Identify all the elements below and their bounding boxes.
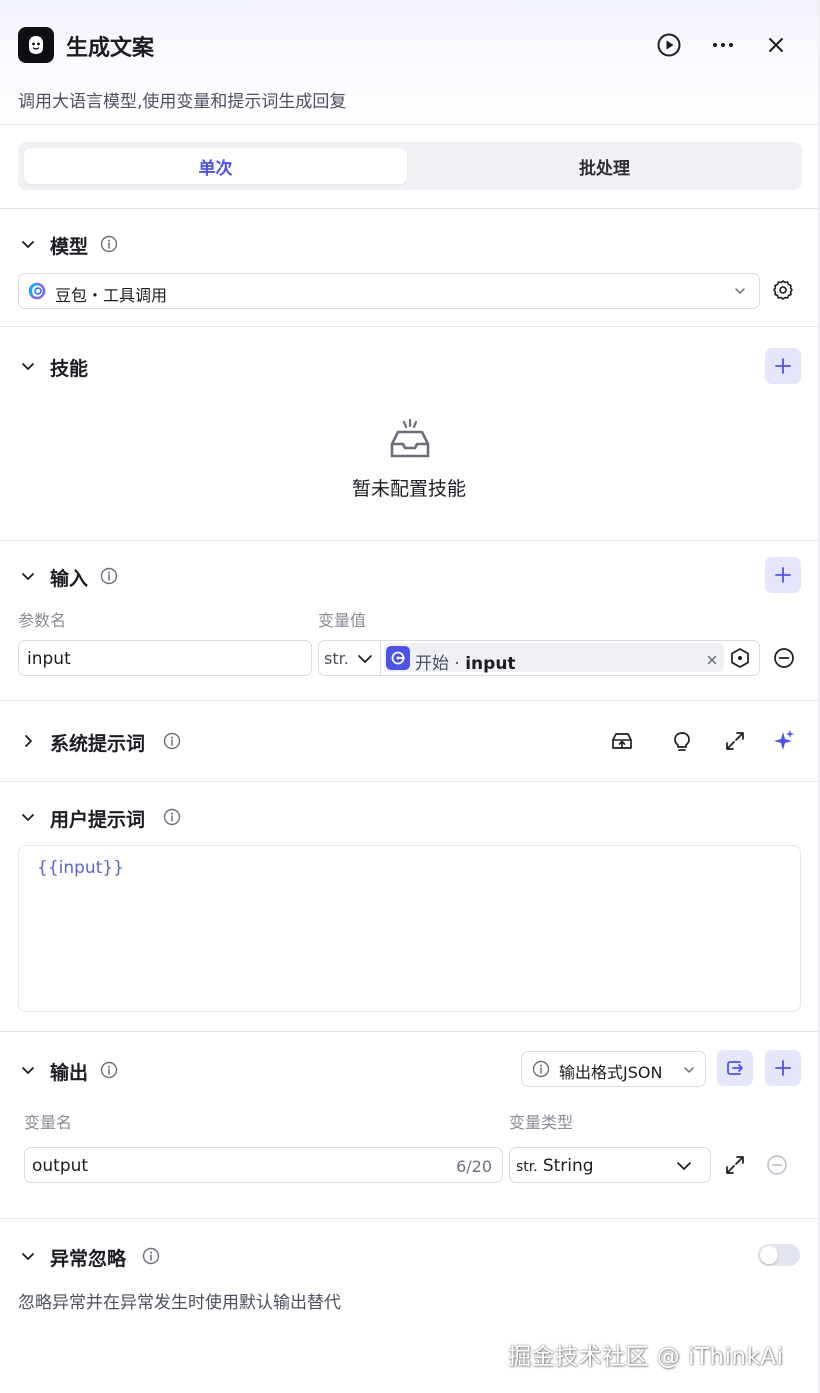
- watermark: 掘金技术社区 @ iThinkAi: [508, 1344, 784, 1370]
- source-variable-name: input: [465, 654, 516, 674]
- empty-inbox-icon: [388, 418, 432, 466]
- column-header-variable-value: 变量值: [318, 611, 367, 630]
- add-input-button[interactable]: [765, 557, 801, 593]
- expand-icon[interactable]: [723, 729, 747, 757]
- variable-picker-icon[interactable]: [729, 647, 751, 673]
- start-node-icon: [386, 646, 410, 670]
- import-output-icon[interactable]: [717, 1050, 753, 1086]
- divider: [0, 208, 818, 209]
- type-select[interactable]: str.: [319, 641, 381, 675]
- param-name-input[interactable]: input: [18, 640, 312, 676]
- add-skill-button[interactable]: [765, 348, 801, 384]
- section-title-model: 模型: [50, 236, 89, 258]
- type-value: String: [542, 1156, 594, 1176]
- tab-single[interactable]: 单次: [24, 148, 407, 184]
- section-title-skills: 技能: [50, 358, 89, 380]
- llm-node-logo-icon: [18, 27, 54, 63]
- chevron-down-icon[interactable]: [18, 1060, 38, 1080]
- chevron-down-icon: [676, 1158, 692, 1177]
- info-icon[interactable]: [141, 1246, 161, 1266]
- more-icon[interactable]: [709, 31, 737, 59]
- output-type-select[interactable]: str. String: [509, 1147, 711, 1183]
- output-format-label: 输出格式JSON: [559, 1063, 663, 1082]
- prompt-library-icon[interactable]: [610, 729, 634, 757]
- column-header-variable-name: 变量名: [24, 1113, 73, 1132]
- divider: [0, 326, 818, 327]
- node-title[interactable]: 生成文案: [66, 30, 154, 62]
- run-icon[interactable]: [655, 31, 683, 59]
- model-settings-gear-icon[interactable]: [771, 278, 795, 302]
- chevron-down-icon[interactable]: [18, 356, 38, 376]
- chevron-down-icon[interactable]: [18, 807, 38, 827]
- doubao-logo-icon: [27, 281, 47, 305]
- remove-output-minus-icon[interactable]: [766, 1154, 788, 1180]
- add-output-button[interactable]: [765, 1050, 801, 1086]
- node-description: 调用大语言模型,使用变量和提示词生成回复: [18, 92, 347, 112]
- info-icon[interactable]: [99, 234, 119, 254]
- tab-batch[interactable]: 批处理: [413, 148, 796, 184]
- char-counter: 6/20: [456, 1157, 492, 1176]
- divider: [0, 540, 818, 541]
- info-icon[interactable]: [99, 1060, 119, 1080]
- section-title-user-prompt: 用户提示词: [50, 809, 146, 831]
- source-node-name: 开始: [415, 654, 449, 674]
- exception-ignore-toggle[interactable]: [758, 1244, 800, 1266]
- divider: [0, 781, 818, 782]
- run-mode-tabs: 单次 批处理: [18, 142, 802, 190]
- info-icon: [532, 1060, 550, 1082]
- ai-sparkle-icon[interactable]: [770, 728, 796, 758]
- info-icon[interactable]: [99, 566, 119, 586]
- skills-empty-text: 暂未配置技能: [351, 478, 466, 500]
- param-name-value: input: [27, 649, 71, 669]
- toggle-knob: [760, 1246, 778, 1264]
- node-config-panel: 生成文案 调用大语言模型,使用变量和提示词生成回复 单次 批处理 模型 豆包・工…: [0, 0, 819, 1393]
- divider: [0, 1031, 818, 1032]
- output-name-input[interactable]: output 6/20: [24, 1147, 503, 1183]
- variable-reference-tag[interactable]: 开始 · input: [384, 643, 724, 674]
- lightbulb-icon[interactable]: [670, 729, 694, 757]
- divider: [0, 1218, 818, 1219]
- chevron-down-icon: [682, 1062, 696, 1081]
- remove-input-minus-icon[interactable]: [773, 647, 795, 673]
- model-select[interactable]: 豆包・工具调用: [18, 273, 760, 309]
- column-header-param-name: 参数名: [18, 611, 67, 630]
- info-icon[interactable]: [162, 807, 182, 827]
- source-separator: ·: [454, 654, 460, 674]
- chevron-down-icon[interactable]: [18, 1246, 38, 1266]
- section-title-input: 输入: [50, 568, 89, 590]
- close-icon[interactable]: [762, 31, 790, 59]
- model-name: 豆包・工具调用: [55, 286, 168, 305]
- chevron-down-icon[interactable]: [18, 234, 38, 254]
- section-title-system-prompt: 系统提示词: [50, 733, 146, 755]
- column-header-variable-type: 变量类型: [509, 1113, 574, 1132]
- output-name-value: output: [32, 1156, 89, 1176]
- expand-output-icon[interactable]: [724, 1154, 746, 1180]
- type-label: str.: [324, 649, 349, 668]
- exception-ignore-description: 忽略异常并在异常发生时使用默认输出替代: [18, 1293, 341, 1313]
- chevron-right-icon[interactable]: [18, 731, 38, 751]
- info-icon[interactable]: [162, 731, 182, 751]
- user-prompt-content: {{input}}: [37, 858, 124, 878]
- chevron-down-icon[interactable]: [18, 566, 38, 586]
- divider: [0, 700, 818, 701]
- type-prefix: str.: [516, 1159, 538, 1175]
- output-format-json-button[interactable]: 输出格式JSON: [521, 1051, 706, 1087]
- section-title-output: 输出: [50, 1062, 89, 1084]
- chevron-down-icon: [357, 651, 373, 670]
- user-prompt-editor[interactable]: {{input}}: [18, 845, 801, 1012]
- clear-reference-close-icon[interactable]: [706, 651, 718, 670]
- section-title-exception-ignore: 异常忽略: [50, 1248, 127, 1270]
- chevron-down-icon: [733, 283, 747, 302]
- panel-header: 生成文案 调用大语言模型,使用变量和提示词生成回复: [0, 0, 818, 125]
